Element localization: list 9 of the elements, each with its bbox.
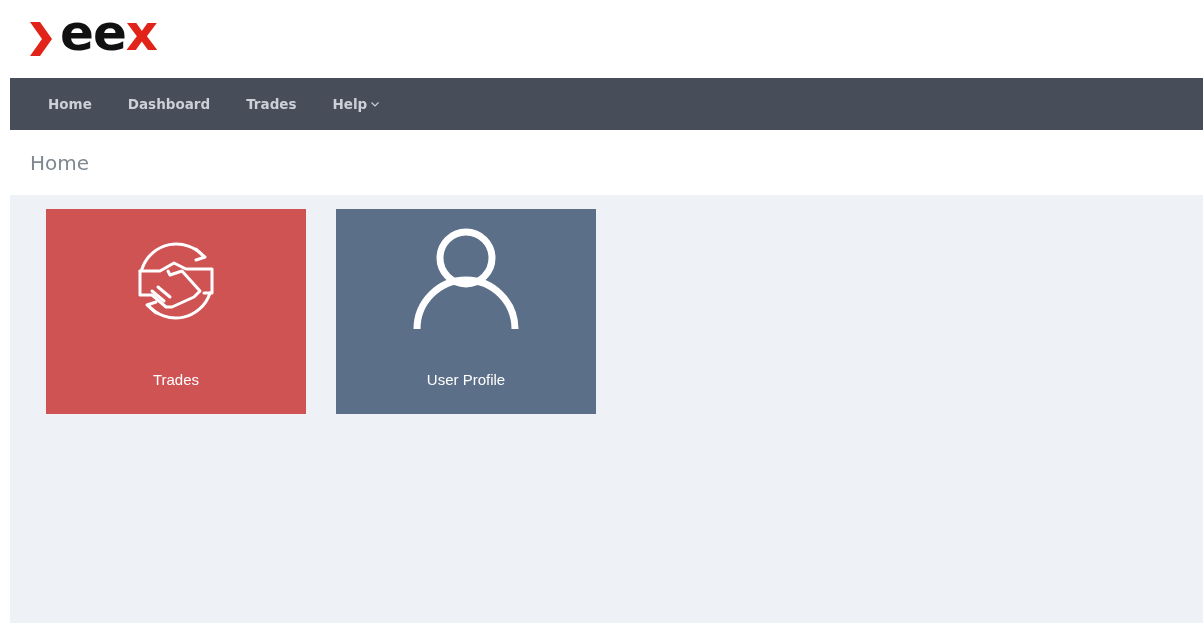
page-title: Home	[30, 150, 90, 175]
tile[interactable]: Trades	[46, 209, 306, 414]
chevron-icon	[30, 22, 52, 56]
logo: eex	[60, 8, 158, 58]
nav-link[interactable]: Dashboard	[127, 96, 211, 112]
nav-link[interactable]: Help	[332, 96, 380, 112]
nav-link[interactable]: Home	[48, 96, 92, 112]
tile[interactable]: User Profile	[336, 209, 596, 414]
nav-link[interactable]: Trades	[246, 96, 297, 112]
